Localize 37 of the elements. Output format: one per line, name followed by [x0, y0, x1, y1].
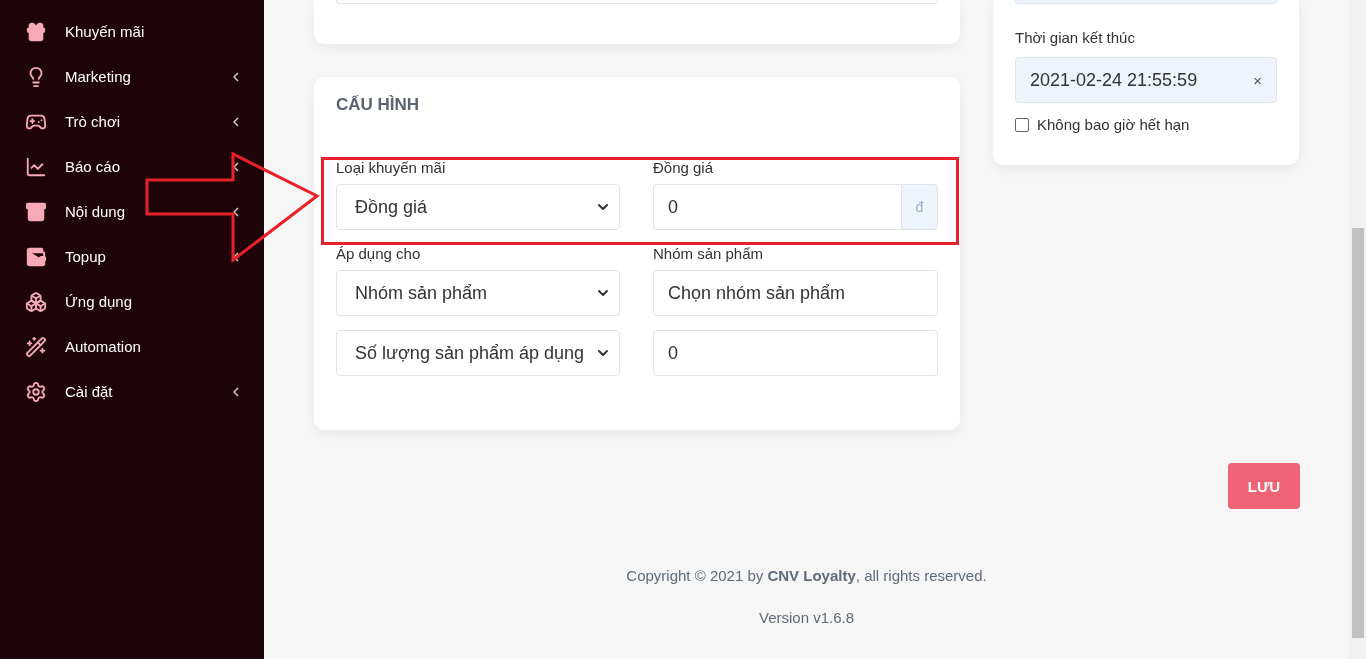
checkbox[interactable] [1015, 117, 1029, 132]
input-field[interactable]: Chọn nhóm sản phẩm [653, 270, 938, 316]
field-label: Áp dụng cho [336, 244, 422, 263]
checkbox-label: Không bao giờ hết hạn [1037, 116, 1190, 133]
date-field[interactable]: 2021-02-24 21:55:59 × [1015, 57, 1277, 103]
clear-button[interactable]: × [1253, 71, 1262, 89]
wand-icon [25, 335, 47, 358]
sidebar-item[interactable]: Topup [0, 234, 264, 279]
boxes-icon [25, 290, 47, 313]
sidebar-item[interactable]: Nội dung [0, 189, 264, 234]
gear-icon [25, 380, 47, 403]
scrollbar[interactable] [1349, 0, 1366, 659]
select-field[interactable]: Nhóm sản phẩm [336, 270, 620, 316]
sidebar-item[interactable]: Cài đặt [0, 369, 264, 414]
date-value: 2021-02-24 21:55:59 [1030, 69, 1198, 91]
sidebar-item[interactable]: Automation [0, 324, 264, 369]
gift-icon [25, 20, 47, 43]
sidebar-item[interactable]: Trò chơi [0, 99, 264, 144]
wallet-icon [25, 245, 47, 268]
price-field[interactable]: 0 [653, 184, 901, 230]
field-label: Đồng giá [653, 158, 715, 177]
copyright-text: Copyright © 2021 by CNV Loyalty, all rights reserved. [626, 567, 987, 584]
chart-icon [25, 155, 47, 178]
sidebar-item[interactable]: Khuyến mãi [0, 9, 264, 54]
field-label: Thời gian kết thúc [1015, 29, 1136, 46]
card-title: CẤU HÌNH [336, 95, 421, 115]
field-label: Loại khuyến mãi [336, 158, 447, 177]
sidebar-item[interactable]: Marketing [0, 54, 264, 99]
sidebar-item[interactable]: Báo cáo [0, 144, 264, 189]
select-field[interactable]: Số lượng sản phẩm áp dụng [336, 330, 620, 376]
version-text: Version v1.6.8 [758, 609, 855, 626]
sidebar-item[interactable]: Ứng dụng [0, 279, 264, 324]
archive-icon [25, 200, 47, 223]
input-field[interactable]: 0 [653, 330, 938, 376]
currency-addon: đ [901, 184, 938, 230]
select-field[interactable]: Đồng giá [336, 184, 620, 230]
field-label: Nhóm sản phẩm [653, 244, 765, 263]
